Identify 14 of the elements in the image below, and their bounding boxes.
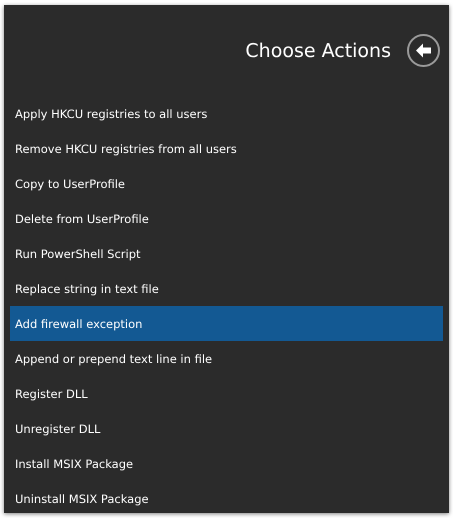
action-item[interactable]: Uninstall MSIX Package bbox=[10, 481, 443, 516]
action-item[interactable]: Copy to UserProfile bbox=[10, 166, 443, 201]
action-item[interactable]: Remove HKCU registries from all users bbox=[10, 131, 443, 166]
action-item[interactable]: Run PowerShell Script bbox=[10, 236, 443, 271]
action-item[interactable]: Install MSIX Package bbox=[10, 446, 443, 481]
action-item[interactable]: Apply HKCU registries to all users bbox=[10, 96, 443, 131]
action-item[interactable]: Unregister DLL bbox=[10, 411, 443, 446]
action-item[interactable]: Append or prepend text line in file bbox=[10, 341, 443, 376]
panel-title: Choose Actions bbox=[245, 40, 391, 62]
action-item[interactable]: Register DLL bbox=[10, 376, 443, 411]
action-item[interactable]: Add firewall exception bbox=[10, 306, 443, 341]
action-item[interactable]: Delete from UserProfile bbox=[10, 201, 443, 236]
back-button[interactable] bbox=[407, 34, 440, 67]
action-item[interactable]: Replace string in text file bbox=[10, 271, 443, 306]
